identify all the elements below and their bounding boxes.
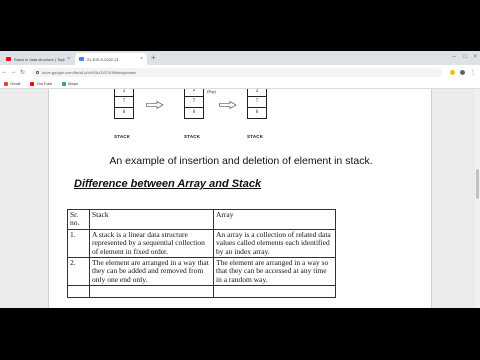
close-tab-icon[interactable]: × [140,56,143,62]
table-cell: 2. [67,257,90,287]
maps-icon [62,81,67,86]
stack-cell: 7 [114,97,134,108]
stack-label: STACK [184,134,201,139]
tab-document[interactable]: 21-EIS-9-2022-21 × [75,53,147,65]
diagram-caption: An example of insertion and deletion of … [109,155,373,167]
maximize-icon[interactable]: □ [463,53,467,61]
bookmark-label: Gmail [10,81,21,86]
back-arrow-icon[interactable]: ← [0,69,9,75]
close-tab-icon[interactable]: × [67,56,70,62]
section-heading: Difference between Array and Stack [74,178,262,190]
header-sr-no: Sr. no. [67,209,90,230]
bookmark-maps[interactable]: Maps [62,81,78,86]
table-cell: 1. [67,228,90,259]
toolbar-right: ⋮ [450,69,476,76]
bookmarks-bar: Gmail YouTube Maps [0,79,480,89]
profile-avatar-icon[interactable] [460,69,465,75]
stack-cell: 6 [247,108,267,119]
new-tab-icon[interactable]: + [151,53,156,63]
table-cell [67,285,90,298]
bookmark-gmail[interactable]: Gmail [4,81,20,86]
youtube-icon [30,81,35,86]
browser-window: Stack in data structure | Topic 5 | × 21… [0,51,480,308]
stack-cell: 2 [184,89,204,97]
stack-cell: 6 [184,108,204,119]
stack-cell: 7 [247,97,267,108]
stack-cell: 6 [114,108,134,119]
table-cell: The element are arranged in a way that t… [89,257,214,287]
table-cell [213,285,336,298]
stack-cell: 2 [114,89,134,97]
gmail-icon [4,81,8,86]
tab-label: Stack in data structure | Topic 5 | [14,56,65,62]
table-cell: An array is a collection of related data… [213,228,336,259]
browser-toolbar: ← → ↻ drive.google.com/file/d/1zVHGkXDOT… [0,65,480,79]
stack-after-push: 4276 [184,89,204,119]
table-cell: The element are arranged in a way so tha… [213,257,336,287]
scrollbar[interactable] [475,89,480,308]
header-stack: Stack [89,209,214,230]
stack-before: 276 [114,89,134,119]
address-bar[interactable]: drive.google.com/file/d/1zVHGkXDOTKNMnsd… [32,67,442,77]
minimize-icon[interactable]: – [453,53,456,61]
comparison-table: Sr. no. Stack Array 1. A stack is a line… [67,209,336,298]
table-row [67,285,336,298]
stack-label: STACK [114,134,131,139]
table-row: 1. A stack is a linear data structure re… [67,228,336,259]
extension-icon[interactable] [450,69,455,75]
table-header-row: Sr. no. Stack Array [67,209,336,230]
lock-icon [36,70,39,74]
scrollbar-thumb[interactable] [476,169,479,199]
tab-strip: Stack in data structure | Topic 5 | × 21… [0,51,480,65]
url-text: drive.google.com/file/d/1zVHGkXDOTKNMnsd… [42,69,136,75]
stack-cell: 7 [184,97,204,108]
document-viewer: 276 STACK 4276 STACK (Pop) 276 STACK An … [0,89,480,308]
pop-label: (Pop) [207,89,216,94]
window-controls: – □ × [453,53,477,61]
header-array: Array [213,209,336,230]
tab-stack-video[interactable]: Stack in data structure | Topic 5 | × [2,53,74,65]
bookmark-youtube[interactable]: YouTube [30,81,52,86]
tab-label: 21-EIS-9-2022-21 [87,56,119,62]
table-row: 2. The element are arranged in a way tha… [67,257,336,287]
forward-arrow-icon[interactable]: → [9,69,18,75]
stack-after-pop: 276 [247,89,267,119]
reload-icon[interactable]: ↻ [18,69,27,76]
youtube-favicon-icon [6,57,11,61]
arrow-right-icon [219,101,237,109]
stack-label: STACK [247,134,264,139]
table-cell: A stack is a linear data structure repre… [89,228,214,259]
menu-kebab-icon[interactable]: ⋮ [470,69,476,76]
close-window-icon[interactable]: × [473,53,477,61]
bookmark-label: YouTube [36,81,53,86]
stack-cell: 2 [247,89,267,97]
drive-favicon-icon [79,57,84,61]
bookmark-label: Maps [68,81,78,86]
table-cell [89,285,214,298]
document-page: 276 STACK 4276 STACK (Pop) 276 STACK An … [48,89,432,308]
arrow-right-icon [146,101,164,109]
